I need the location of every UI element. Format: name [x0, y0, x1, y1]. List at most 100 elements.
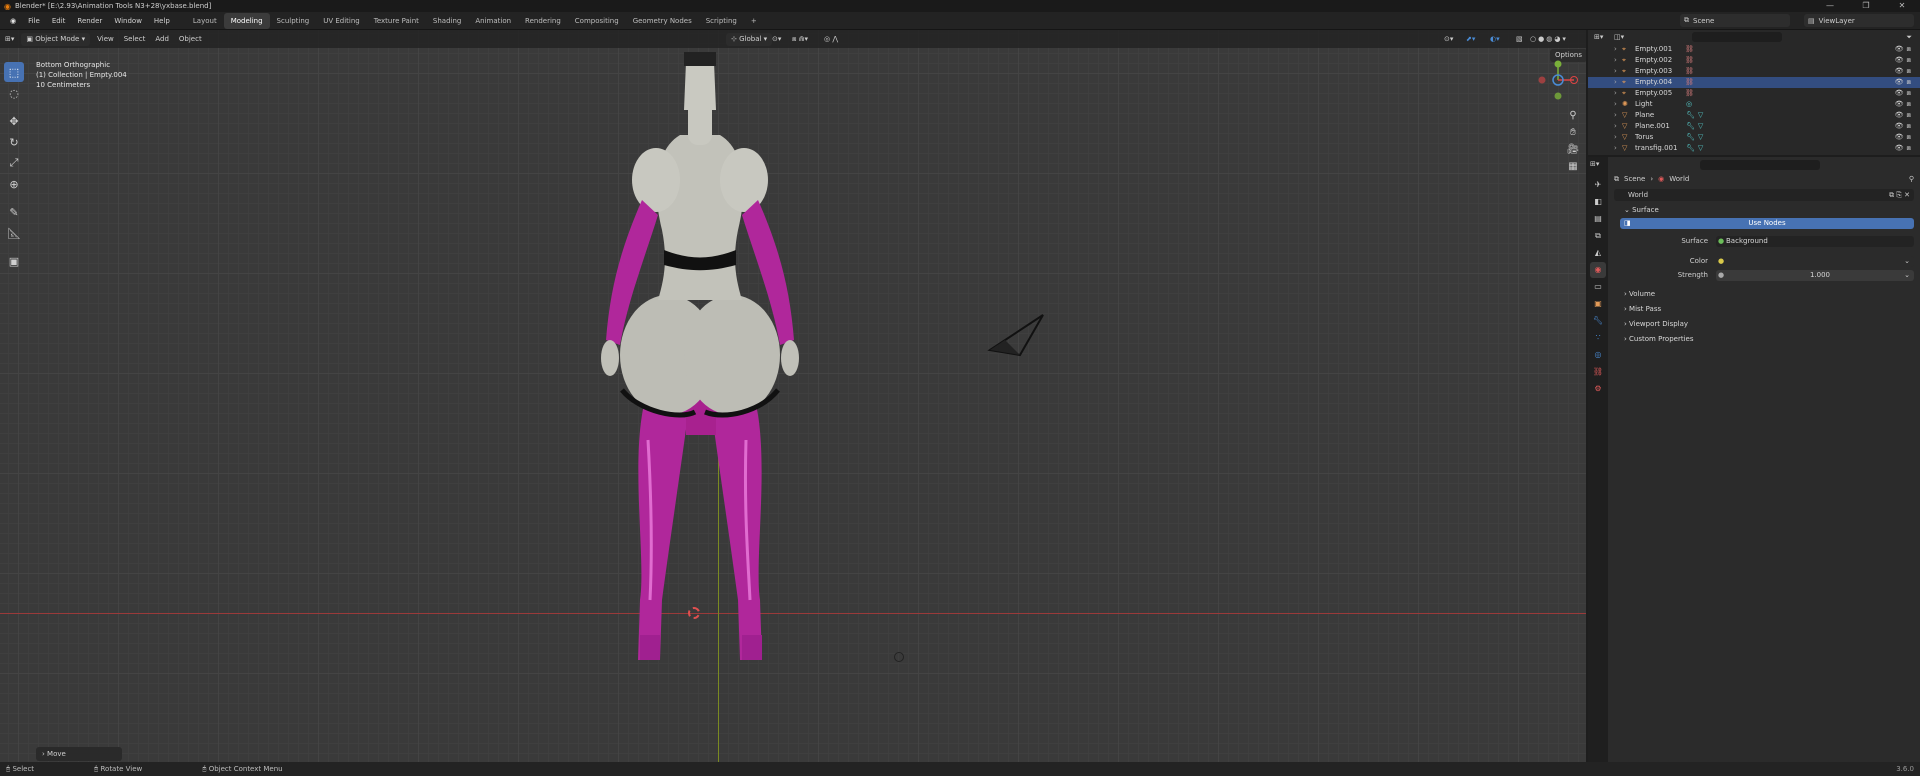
expand-arrow-icon[interactable]: ›	[1614, 132, 1622, 143]
scene-tab-icon[interactable]: ◭	[1590, 245, 1606, 261]
menu-window[interactable]: Window	[108, 12, 148, 30]
visibility-toggles-icon[interactable]: 👁︎⧈	[1895, 132, 1914, 143]
tab-rendering[interactable]: Rendering	[518, 13, 568, 29]
measure-tool-icon[interactable]: 📐︎	[4, 223, 24, 243]
object-tab-icon[interactable]: ▣	[1590, 296, 1606, 312]
maximize-button[interactable]: ❐	[1848, 0, 1884, 12]
add-cube-tool-icon[interactable]: ▣	[4, 251, 24, 271]
props-editor-icon[interactable]: ⊞▾	[1590, 160, 1599, 168]
filter-icon[interactable]: ⏷	[1906, 33, 1912, 42]
surface-shader-field[interactable]: ● Background	[1716, 236, 1914, 247]
tab-uv-editing[interactable]: UV Editing	[316, 13, 367, 29]
move-tool-icon[interactable]: ✥	[4, 111, 24, 131]
outliner[interactable]: ⊞▾ ◫▾ ⏷ › ⌖ Empty.001 ⛓︎ 👁︎⧈ › ⌖ Empty.002 ⛓︎ 👁︎⧈…	[1588, 30, 1920, 155]
menu-object[interactable]: Object	[174, 30, 207, 48]
editor-type-icon[interactable]: ⊞▾	[0, 30, 19, 48]
navigation-gizmo[interactable]	[1536, 58, 1580, 102]
transform-tool-icon[interactable]: ⊕	[4, 174, 24, 194]
tab-compositing[interactable]: Compositing	[568, 13, 626, 29]
properties-editor[interactable]: ✈︎ ◧ ▤ ⧉ ◭ ◉ ▭ ▣ 🔧︎ ∵ ◎ ⛓︎ ⚙︎ ⊞▾ ⚲ ⧉ Sce…	[1588, 157, 1920, 762]
orientation-selector[interactable]: ⊹ Global ▾	[726, 32, 773, 46]
cursor-tool-icon[interactable]: ◌	[4, 83, 24, 103]
render-tab-icon[interactable]: ◧	[1590, 194, 1606, 210]
menu-add[interactable]: Add	[150, 30, 174, 48]
menu-help[interactable]: Help	[148, 12, 176, 30]
visibility-toggles-icon[interactable]: 👁︎⧈	[1895, 99, 1914, 110]
menu-select[interactable]: Select	[119, 30, 151, 48]
gizmo-toggle-icon[interactable]: ⬈▾	[1466, 35, 1475, 43]
visibility-toggles-icon[interactable]: 👁︎⧈	[1895, 143, 1914, 154]
outliner-row[interactable]: › ⌖ Empty.001 ⛓︎ 👁︎⧈	[1588, 44, 1920, 55]
expand-arrow-icon[interactable]: ›	[1614, 110, 1622, 121]
outliner-row[interactable]: › ▽ transfig.001 🔧︎ ▽ 👁︎⧈	[1588, 143, 1920, 154]
menu-view[interactable]: View	[92, 30, 119, 48]
tab-layout[interactable]: Layout	[186, 13, 224, 29]
volume-panel-header[interactable]: › Volume	[1614, 288, 1914, 300]
expand-arrow-icon[interactable]: ›	[1614, 55, 1622, 66]
tab-shading[interactable]: Shading	[426, 13, 468, 29]
overlay-toggle-icon[interactable]: ◐▾	[1490, 35, 1500, 43]
color-field[interactable]: ● ⌄	[1716, 256, 1914, 267]
expand-arrow-icon[interactable]: ›	[1614, 66, 1622, 77]
ortho-grid-icon[interactable]: ▦	[1565, 159, 1581, 175]
camera-view-icon[interactable]: 🎥︎	[1565, 142, 1581, 158]
pivot-icon[interactable]: ⊙▾	[772, 35, 781, 43]
expand-arrow-icon[interactable]: ›	[1614, 99, 1622, 110]
zoom-icon[interactable]: ⚲	[1565, 108, 1581, 124]
outliner-row[interactable]: › ✺ Light ◎ 👁︎⧈	[1588, 99, 1920, 110]
close-button[interactable]: ✕	[1884, 0, 1920, 12]
3d-viewport[interactable]: ⊞▾ ▣ Object Mode ▾ View Select Add Objec…	[0, 30, 1586, 762]
visibility-toggles-icon[interactable]: 👁︎⧈	[1895, 88, 1914, 99]
character-model[interactable]	[560, 40, 880, 740]
pan-hand-icon[interactable]: ✋︎	[1565, 125, 1581, 141]
display-mode-icon[interactable]: ◫▾	[1614, 33, 1624, 41]
outliner-editor-icon[interactable]: ⊞▾	[1594, 33, 1603, 41]
last-operator-panel[interactable]: › Move	[36, 747, 122, 761]
view-layer-selector[interactable]: ▤ ViewLayer	[1804, 14, 1914, 27]
visibility-toggles-icon[interactable]: 👁︎⧈	[1895, 121, 1914, 132]
outliner-row[interactable]: › ▽ Plane 🔧︎ ▽ 👁︎⧈	[1588, 110, 1920, 121]
strength-field[interactable]: ● 1.000 ⌄	[1716, 270, 1914, 281]
datablock-buttons-icon[interactable]: ⧉ ⎘ ✕	[1889, 189, 1910, 201]
expand-arrow-icon[interactable]: ›	[1614, 88, 1622, 99]
pin-icon[interactable]: ⚲	[1909, 175, 1914, 183]
outliner-row[interactable]: › ⌖ Empty.005 ⛓︎ 👁︎⧈	[1588, 88, 1920, 99]
constraints-tab-icon[interactable]: ⛓︎	[1590, 364, 1606, 380]
tab-scripting[interactable]: Scripting	[699, 13, 744, 29]
menu-file[interactable]: File	[22, 12, 46, 30]
light-object-icon[interactable]	[894, 652, 904, 662]
visibility-toggles-icon[interactable]: 👁︎⧈	[1895, 66, 1914, 77]
viewport-display-panel-header[interactable]: › Viewport Display	[1614, 318, 1914, 330]
data-tab-icon[interactable]: ⚙︎	[1590, 381, 1606, 397]
xray-icon[interactable]: ▧	[1516, 35, 1523, 43]
proportional-edit-icon[interactable]: ◎ ⋀	[824, 35, 838, 43]
blender-menu-icon[interactable]: ◉	[4, 12, 22, 30]
expand-arrow-icon[interactable]: ›	[1614, 44, 1622, 55]
rotate-tool-icon[interactable]: ↻	[4, 132, 24, 152]
mist-pass-panel-header[interactable]: › Mist Pass	[1614, 303, 1914, 315]
collection-tab-icon[interactable]: ▭	[1590, 279, 1606, 295]
world-datablock-selector[interactable]: World ⧉ ⎘ ✕	[1614, 189, 1914, 201]
particles-tab-icon[interactable]: ∵	[1590, 330, 1606, 346]
view-layer-tab-icon[interactable]: ⧉	[1590, 228, 1606, 244]
properties-search-input[interactable]	[1700, 160, 1820, 170]
mode-selector[interactable]: ▣ Object Mode ▾	[21, 32, 91, 46]
modifier-tab-icon[interactable]: 🔧︎	[1590, 313, 1606, 329]
snap-icon[interactable]: ⧈ ⋒▾	[792, 35, 808, 44]
outliner-row[interactable]: › ▽ Plane.001 🔧︎ ▽ 👁︎⧈	[1588, 121, 1920, 132]
visibility-toggles-icon[interactable]: 👁︎⧈	[1895, 44, 1914, 55]
camera-object[interactable]	[985, 305, 1045, 365]
tab-modeling[interactable]: Modeling	[223, 13, 270, 29]
visibility-toggles-icon[interactable]: 👁︎⧈	[1895, 77, 1914, 88]
scene-selector[interactable]: ⧉ Scene	[1680, 14, 1790, 27]
add-workspace-button[interactable]: +	[744, 13, 764, 29]
outliner-row[interactable]: › ▽ Torus 🔧︎ ▽ 👁︎⧈	[1588, 132, 1920, 143]
surface-panel-header[interactable]: ⌄ Surface	[1614, 204, 1914, 216]
tab-animation[interactable]: Animation	[468, 13, 518, 29]
expand-arrow-icon[interactable]: ›	[1614, 143, 1622, 154]
outliner-row[interactable]: › ⌖ Empty.002 ⛓︎ 👁︎⧈	[1588, 55, 1920, 66]
shading-modes-icon[interactable]: ○●◍◕▾	[1530, 35, 1568, 43]
use-nodes-button[interactable]: ◨ Use Nodes	[1620, 218, 1914, 229]
custom-properties-panel-header[interactable]: › Custom Properties	[1614, 333, 1914, 345]
visibility-toggles-icon[interactable]: 👁︎⧈	[1895, 110, 1914, 121]
